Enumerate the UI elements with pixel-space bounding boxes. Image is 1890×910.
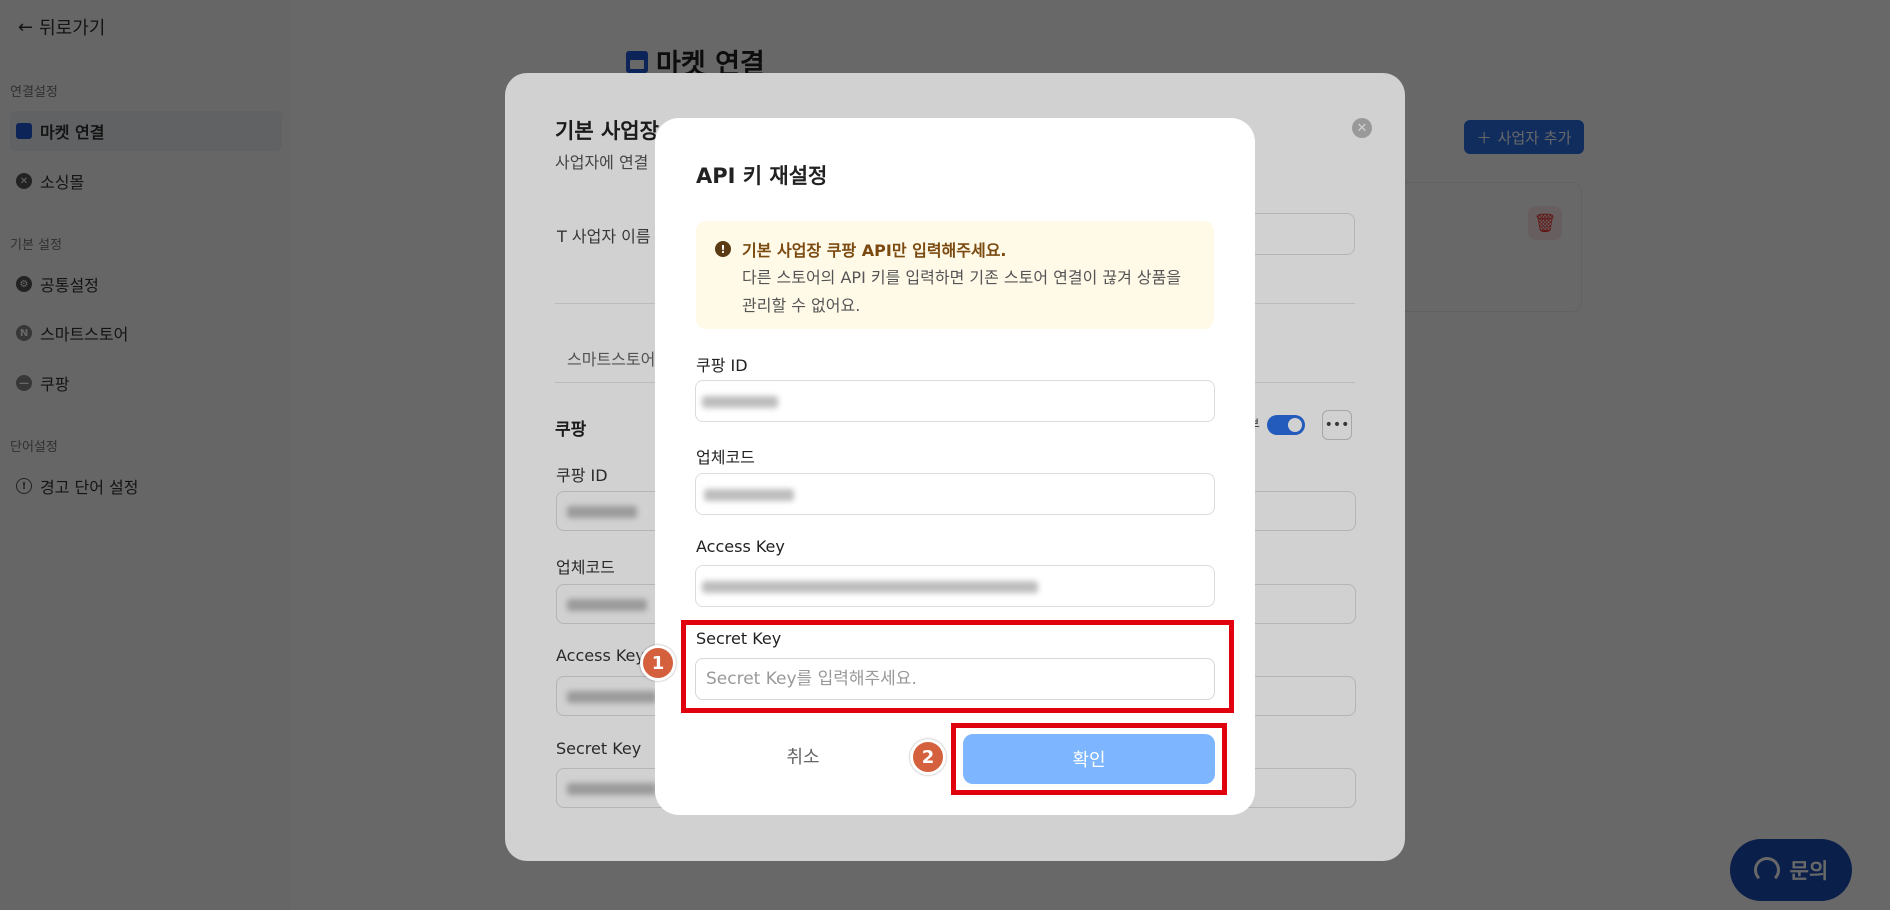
cancel-button[interactable]: 취소	[743, 739, 863, 773]
access-key-input[interactable]	[695, 565, 1215, 607]
notice-box: ! 기본 사업장 쿠팡 API만 입력해주세요. 다른 스토어의 API 키를 …	[696, 221, 1214, 329]
field-label-vendor-code: 업체코드	[696, 448, 755, 467]
dialog-title: API 키 재설정	[696, 164, 828, 188]
vendor-code-input[interactable]	[695, 473, 1215, 515]
step-badge-2: 2	[910, 739, 946, 775]
field-label-coupang-id: 쿠팡 ID	[696, 356, 748, 375]
notice-body: 다른 스토어의 API 키를 입력하면 기존 스토어 연결이 끊겨 상품을 관리…	[742, 268, 1182, 315]
coupang-id-input[interactable]	[695, 380, 1215, 422]
highlight-secret-key	[681, 620, 1234, 713]
notice-heading: 기본 사업장 쿠팡 API만 입력해주세요.	[742, 241, 1007, 260]
highlight-confirm	[951, 723, 1227, 795]
redacted-value	[704, 489, 794, 501]
redacted-value	[702, 581, 1038, 593]
warning-icon: !	[715, 241, 731, 257]
redacted-value	[702, 396, 778, 408]
step-badge-1: 1	[640, 645, 676, 681]
field-label-access-key: Access Key	[696, 537, 785, 556]
